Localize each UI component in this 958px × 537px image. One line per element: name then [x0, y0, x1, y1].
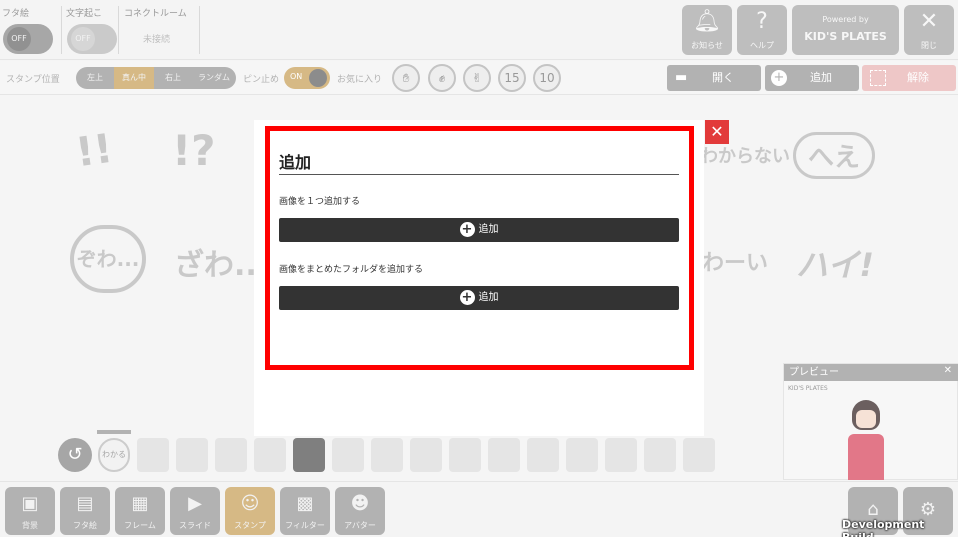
- highlight-box: [265, 126, 694, 370]
- close-icon: ✕: [710, 122, 724, 141]
- dialog-close-button[interactable]: ✕: [705, 120, 729, 144]
- development-build-label: Development Build: [842, 518, 925, 537]
